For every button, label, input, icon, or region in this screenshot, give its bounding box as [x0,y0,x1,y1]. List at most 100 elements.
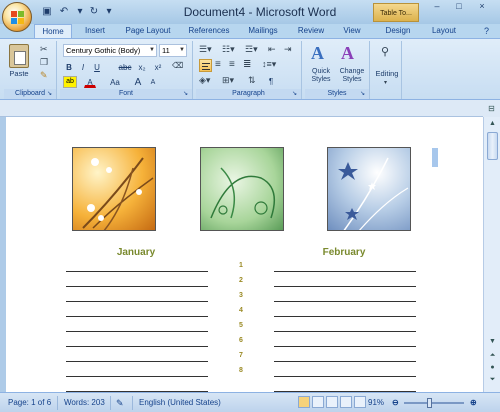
word-window: ▣ ↶ ▾ ↻ ▾ Document4 - Microsoft Word Tab… [0,0,500,412]
align-center-icon[interactable]: ≡ [215,59,221,70]
quick-styles-label: Quick [312,68,330,75]
subscript-button[interactable]: x₂ [135,60,149,73]
shading-icon[interactable]: ◈▾ [199,75,210,86]
italic-button[interactable]: I [77,60,89,73]
view-ruler-icon[interactable]: ⊟ [483,100,500,117]
clear-format-icon[interactable]: ⌫ [172,61,183,70]
editing-button[interactable]: Editing [372,69,402,78]
change-styles-label-2: Styles [342,76,362,83]
maximize-icon[interactable]: □ [452,0,466,14]
sort-icon[interactable]: ⇅ [248,75,256,86]
month-february: February [322,247,366,258]
help-icon[interactable]: ? [484,26,489,36]
change-case-button[interactable]: Aa [106,75,124,88]
window-title: Document4 - Microsoft Word [183,5,337,19]
decrease-indent-icon[interactable]: ⇤ [268,44,276,55]
numbering-icon[interactable]: ☷▾ [222,44,235,55]
align-left-icon[interactable] [199,59,212,72]
tab-mailings[interactable]: Mailings [240,24,286,38]
context-tab-table-tools[interactable]: Table To... [373,3,419,22]
font-color-button[interactable]: A [84,75,96,88]
customize-toolbar-icon[interactable]: ▾ [102,5,116,19]
tab-design[interactable]: Design [378,24,418,38]
minimize-icon[interactable]: – [430,0,444,14]
status-bar: Page: 1 of 6 Words: 203 ✎ English (Unite… [0,392,500,412]
scroll-down-icon[interactable]: ▼ [487,337,498,347]
zoom-level[interactable]: 91% [368,397,384,409]
borders-icon[interactable]: ⊞▾ [222,75,234,86]
paste-icon[interactable] [9,44,29,68]
binoculars-icon[interactable]: ⚲ [381,45,389,58]
change-styles-icon[interactable]: A [341,43,354,64]
web-layout-icon[interactable] [326,396,338,408]
redo-icon[interactable]: ▾ [73,5,87,19]
zoom-in-icon[interactable]: ⊕ [470,397,477,409]
draft-icon[interactable] [354,396,366,408]
print-layout-icon[interactable] [298,396,310,408]
language[interactable]: English (United States) [139,397,221,409]
full-screen-reading-icon[interactable] [312,396,324,408]
highlight-icon[interactable]: ab [63,76,77,88]
close-icon[interactable]: × [475,0,489,14]
copy-icon[interactable]: ❐ [40,57,48,68]
ruled-line-left [66,346,208,347]
cut-icon[interactable]: ✂ [40,44,48,55]
zoom-out-icon[interactable]: ⊖ [392,397,399,409]
zoom-slider[interactable] [404,402,464,404]
scroll-thumb[interactable] [487,132,498,160]
page-count[interactable]: Page: 1 of 6 [8,397,51,409]
tab-layout[interactable]: Layout [424,24,464,38]
tab-page-layout[interactable]: Page Layout [118,24,178,38]
align-right-icon[interactable]: ≡ [229,59,235,70]
line-spacing-icon[interactable]: ↕≡▾ [262,59,276,70]
bullets-icon[interactable]: ☰▾ [199,44,212,55]
font-launcher-icon[interactable]: ↘ [183,91,190,98]
outline-icon[interactable] [340,396,352,408]
ruled-line-right [274,376,416,377]
underline-button[interactable]: U [91,60,103,73]
ruled-line-left [66,361,208,362]
grow-font-button[interactable]: A [132,75,144,88]
change-styles-button[interactable]: Change Styles [337,68,367,84]
select-browse-icon[interactable]: ● [487,363,498,373]
prev-page-icon[interactable]: ⏶ [487,351,498,361]
next-page-icon[interactable]: ⏷ [487,375,498,385]
office-button[interactable] [2,2,32,32]
zoom-thumb[interactable] [427,398,432,408]
superscript-button[interactable]: x² [151,60,165,73]
font-group: Century Gothic (Body) ▼ 11 ▼ B I U abc x… [60,41,193,99]
word-count[interactable]: Words: 203 [64,397,105,409]
multilevel-list-icon[interactable]: ☲▾ [245,44,258,55]
tab-review[interactable]: Review [290,24,332,38]
vertical-scrollbar[interactable]: ▲ ▼ ⏶ ● ⏷ [483,117,500,392]
tab-view[interactable]: View [336,24,368,38]
undo-icon[interactable]: ↶ [57,5,71,19]
repeat-icon[interactable]: ↻ [87,5,101,19]
horizontal-ruler[interactable] [0,100,483,117]
show-formatting-button[interactable]: ¶ [264,74,278,87]
paste-button[interactable]: Paste [7,69,31,78]
proofing-icon[interactable]: ✎ [116,397,124,409]
tab-insert[interactable]: Insert [76,24,114,38]
quick-styles-button[interactable]: Quick Styles [307,68,335,84]
chevron-down-icon: ▾ [384,80,388,86]
increase-indent-icon[interactable]: ⇥ [284,44,292,55]
strikethrough-button[interactable]: abc [117,60,133,73]
scroll-up-icon[interactable]: ▲ [487,119,498,129]
bold-button[interactable]: B [63,60,75,73]
tab-references[interactable]: References [182,24,236,38]
quick-styles-icon[interactable]: A [311,43,324,64]
quick-styles-label-2: Styles [311,76,331,83]
ruled-line-right [274,316,416,317]
justify-icon[interactable]: ≣ [243,59,251,70]
tab-home[interactable]: Home [34,24,72,38]
paragraph-launcher-icon[interactable]: ↘ [292,91,299,98]
format-painter-icon[interactable]: ✎ [40,70,48,81]
save-icon[interactable]: ▣ [40,5,54,19]
shrink-font-button[interactable]: A [147,75,159,88]
font-size-combo[interactable]: 11 ▼ [159,44,187,57]
styles-launcher-icon[interactable]: ↘ [360,91,367,98]
font-name-combo[interactable]: Century Gothic (Body) ▼ [63,44,157,57]
clipboard-launcher-icon[interactable]: ↘ [47,91,54,98]
document-page[interactable]: January February 1 2 3 4 5 6 7 8 [6,117,483,392]
